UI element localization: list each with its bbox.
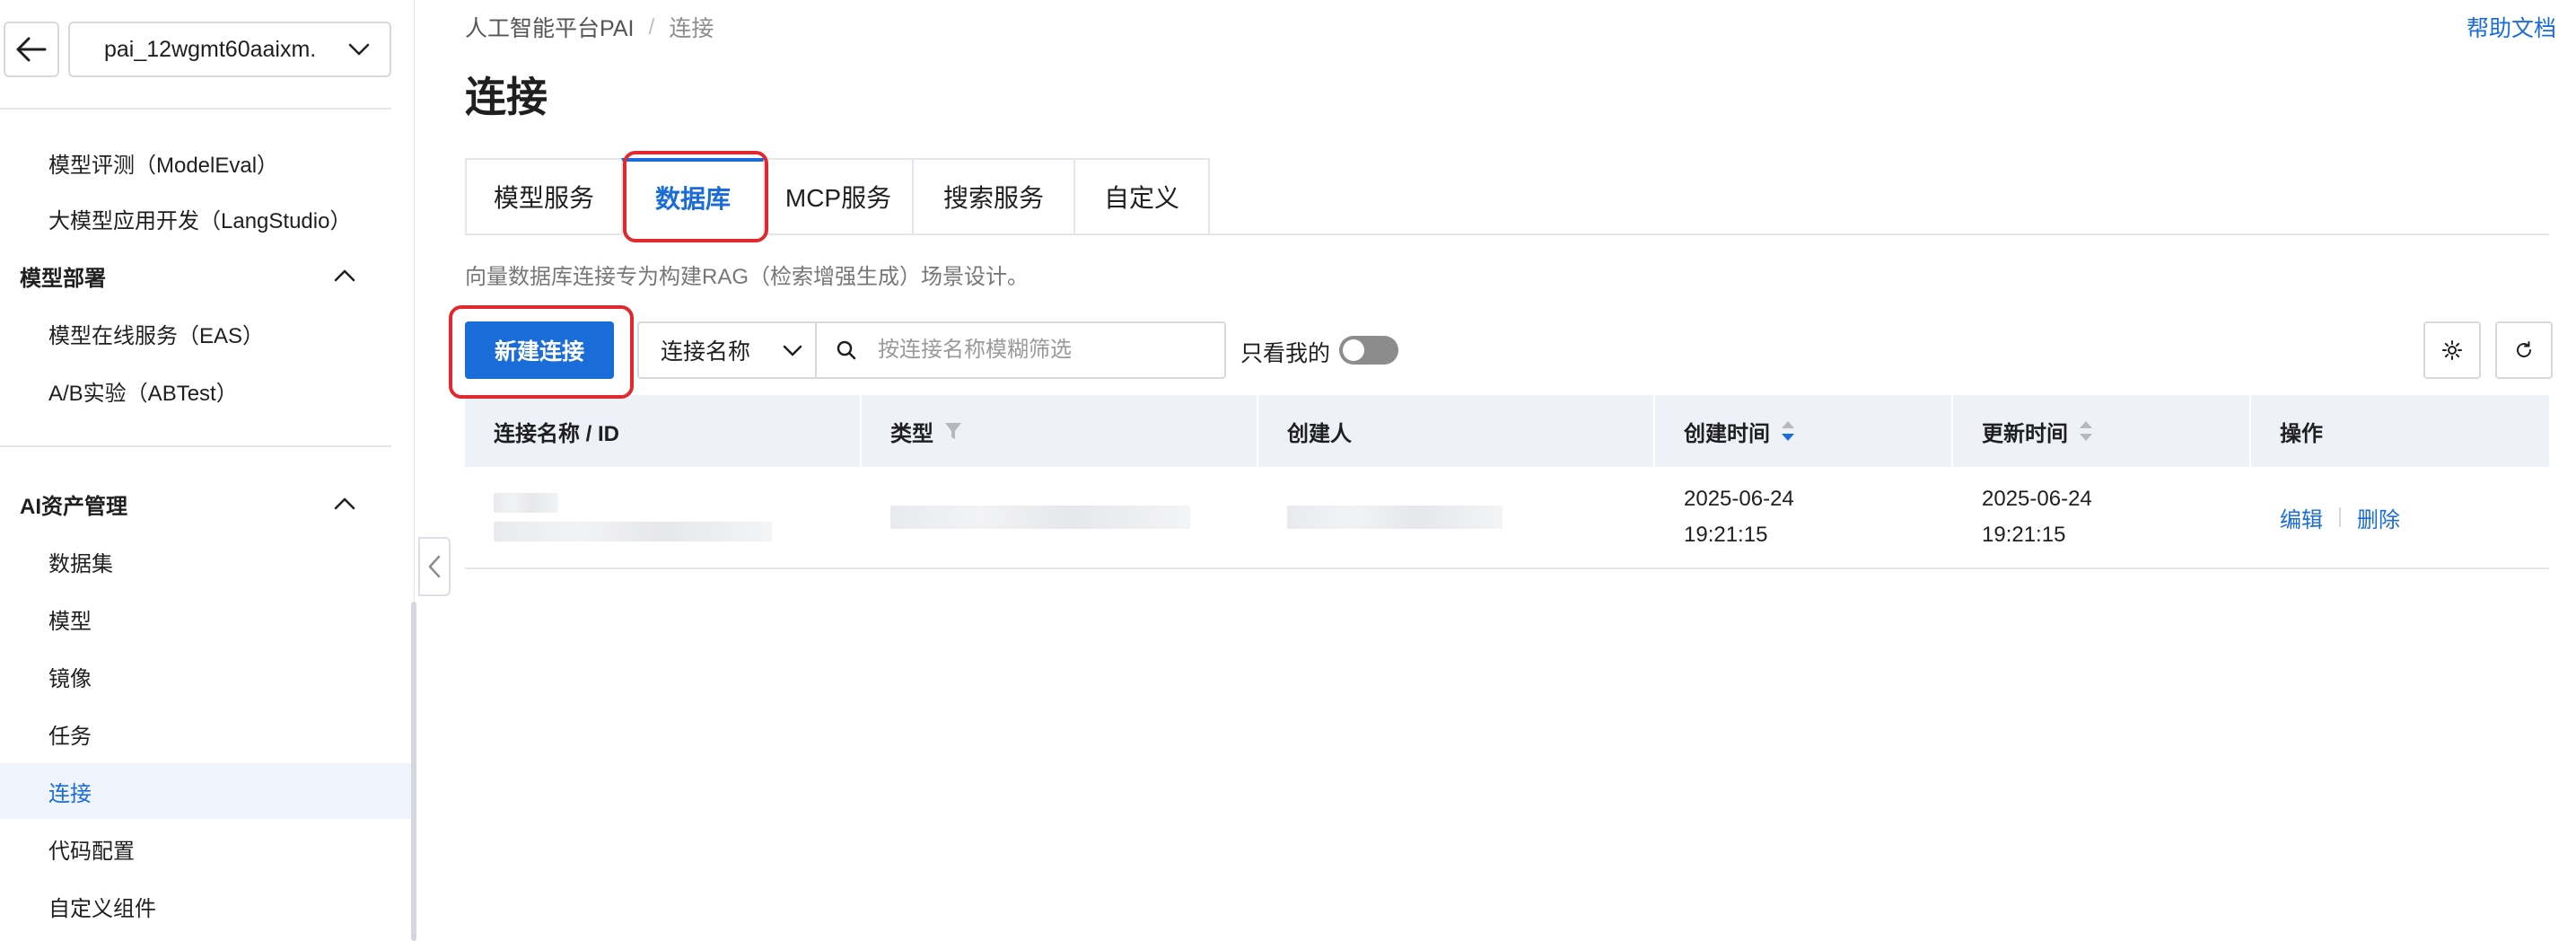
new-connection-button[interactable]: 新建连接 xyxy=(465,321,614,379)
redacted-name xyxy=(494,493,558,513)
filter-icon[interactable] xyxy=(944,421,962,441)
column-header-label: 创建时间 xyxy=(1684,421,1770,446)
sidebar-scrollbar[interactable] xyxy=(411,602,416,941)
main-content: 人工智能平台PAI / 连接 帮助文档 连接 模型服务 数据库 MCP服务 搜索… xyxy=(449,0,2556,941)
column-header-label: 连接名称 / ID xyxy=(494,421,620,446)
updated-date: 2025-06-24 xyxy=(1982,487,2092,511)
sidebar-divider xyxy=(0,108,391,110)
filter-field-label: 连接名称 xyxy=(661,339,751,365)
chevron-up-icon xyxy=(334,497,355,510)
sidebar-item-code-config[interactable]: 代码配置 xyxy=(0,821,411,876)
sidebar-group-deploy[interactable]: 模型部署 xyxy=(0,248,391,303)
sidebar-group-assets[interactable]: AI资产管理 xyxy=(0,476,391,532)
sidebar-collapse-button[interactable] xyxy=(418,537,451,596)
sort-icon xyxy=(2080,421,2092,441)
tab-bar: 模型服务 数据库 MCP服务 搜索服务 自定义 xyxy=(465,158,1210,235)
arrow-left-icon xyxy=(16,37,47,62)
sidebar-item-abtest[interactable]: A/B实验（ABTest） xyxy=(0,363,411,418)
tab-model-service[interactable]: 模型服务 xyxy=(465,158,623,235)
workspace-name: pai_12wgmt60aaixm. xyxy=(104,36,317,62)
column-header-label: 创建人 xyxy=(1287,421,1352,446)
column-header-created-time[interactable]: 创建时间 xyxy=(1655,395,1953,467)
sidebar-item-datasets[interactable]: 数据集 xyxy=(0,533,411,589)
breadcrumb: 人工智能平台PAI / 连接 xyxy=(465,11,714,43)
chevron-down-icon xyxy=(348,43,370,56)
sidebar-item-models[interactable]: 模型 xyxy=(0,591,411,646)
sidebar-item-images[interactable]: 镜像 xyxy=(0,648,411,704)
tabs-underline xyxy=(465,233,2549,235)
redacted-id xyxy=(494,522,772,541)
sidebar: pai_12wgmt60aaixm. 模型评测（ModelEval） 大模型应用… xyxy=(0,0,416,941)
toggle-knob xyxy=(1343,339,1364,361)
sidebar-divider xyxy=(0,445,391,447)
column-header-updated-time[interactable]: 更新时间 xyxy=(1953,395,2251,467)
refresh-button[interactable] xyxy=(2495,321,2553,379)
cell-creator xyxy=(1258,467,1655,567)
search-icon xyxy=(837,340,856,360)
sidebar-item-custom-components[interactable]: 自定义组件 xyxy=(0,878,411,934)
tab-mcp-service[interactable]: MCP服务 xyxy=(763,158,914,235)
sort-icon xyxy=(1782,421,1794,441)
redacted-creator xyxy=(1287,506,1503,529)
sidebar-item-eas[interactable]: 模型在线服务（EAS） xyxy=(0,305,411,361)
filter-field-select[interactable]: 连接名称 xyxy=(637,321,817,379)
sidebar-group-label: 模型部署 xyxy=(20,266,106,291)
sidebar-item-modeleval[interactable]: 模型评测（ModelEval） xyxy=(0,135,411,190)
column-header-type: 类型 xyxy=(862,395,1258,467)
updated-clock: 19:21:15 xyxy=(1982,523,2066,547)
chevron-up-icon xyxy=(334,269,355,282)
help-docs-link[interactable]: 帮助文档 xyxy=(2466,11,2556,43)
tab-database[interactable]: 数据库 xyxy=(621,158,765,235)
sidebar-item-connections[interactable]: 连接 xyxy=(0,763,411,819)
delete-link[interactable]: 删除 xyxy=(2357,502,2400,533)
column-header-creator: 创建人 xyxy=(1258,395,1655,467)
column-header-label: 更新时间 xyxy=(1982,421,2068,446)
workspace-select[interactable]: pai_12wgmt60aaixm. xyxy=(68,22,391,77)
breadcrumb-item-pai[interactable]: 人工智能平台PAI xyxy=(465,11,634,43)
chevron-down-icon xyxy=(783,345,802,356)
table-row: 2025-06-24 19:21:15 2025-06-24 19:21:15 … xyxy=(465,467,2549,569)
breadcrumb-item-current: 连接 xyxy=(669,16,714,41)
created-date: 2025-06-24 xyxy=(1684,487,1794,511)
action-separator xyxy=(2339,507,2341,527)
toolbar: 新建连接 连接名称 只看我的 xyxy=(465,321,2553,381)
redacted-type xyxy=(890,506,1190,529)
gear-icon xyxy=(2442,340,2462,360)
search-box xyxy=(815,321,1226,379)
chevron-left-icon xyxy=(428,555,441,578)
table-header: 连接名称 / ID 类型 创建人 创建时间 更新时间 操作 xyxy=(465,395,2549,467)
only-mine-toggle[interactable] xyxy=(1339,336,1398,365)
connections-table: 连接名称 / ID 类型 创建人 创建时间 更新时间 操作 2025-06-24… xyxy=(465,395,2549,569)
cell-actions: 编辑 删除 xyxy=(2251,467,2549,567)
description-text: 向量数据库连接专为构建RAG（检索增强生成）场景设计。 xyxy=(465,265,1030,289)
edit-link[interactable]: 编辑 xyxy=(2280,502,2323,533)
tab-search-service[interactable]: 搜索服务 xyxy=(912,158,1075,235)
cell-type xyxy=(862,467,1258,567)
settings-button[interactable] xyxy=(2423,321,2481,379)
sidebar-item-langstudio[interactable]: 大模型应用开发（LangStudio） xyxy=(0,190,411,246)
column-header-label: 类型 xyxy=(890,421,933,446)
breadcrumb-separator: / xyxy=(648,13,655,40)
column-header-name: 连接名称 / ID xyxy=(465,395,862,467)
back-button[interactable] xyxy=(4,22,59,77)
only-mine-label: 只看我的 xyxy=(1240,341,1331,366)
tab-custom[interactable]: 自定义 xyxy=(1073,158,1210,235)
created-clock: 19:21:15 xyxy=(1684,523,1768,547)
sidebar-group-label: AI资产管理 xyxy=(20,494,127,519)
cell-name-id xyxy=(465,467,862,567)
cell-created-time: 2025-06-24 19:21:15 xyxy=(1655,467,1953,567)
sidebar-header: pai_12wgmt60aaixm. xyxy=(0,0,415,101)
refresh-icon xyxy=(2517,341,2531,357)
sidebar-item-tasks[interactable]: 任务 xyxy=(0,706,411,761)
page-title: 连接 xyxy=(465,74,548,120)
column-header-actions: 操作 xyxy=(2251,395,2549,467)
column-header-label: 操作 xyxy=(2280,421,2323,446)
search-input[interactable] xyxy=(876,337,1224,364)
cell-updated-time: 2025-06-24 19:21:15 xyxy=(1953,467,2251,567)
